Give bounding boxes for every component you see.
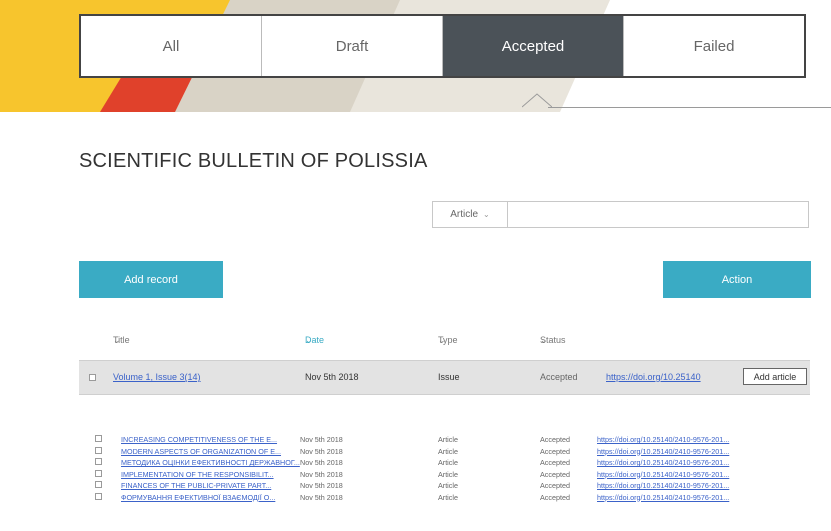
search-input[interactable]: [508, 202, 808, 227]
list-item: IMPLEMENTATION OF THE RESPONSIBILIT... N…: [0, 468, 831, 480]
article-type: Article: [438, 458, 458, 467]
article-status: Accepted: [540, 446, 570, 456]
article-status: Accepted: [540, 481, 570, 490]
tab-failed[interactable]: Failed: [624, 16, 804, 76]
status-tabs: All Draft Accepted Failed: [79, 14, 806, 78]
article-type: Article: [438, 492, 458, 502]
list-item: MODERN ASPECTS OF ORGANIZATION OF E... N…: [0, 445, 831, 457]
add-record-button[interactable]: Add record: [79, 261, 223, 298]
action-button[interactable]: Action: [663, 261, 811, 298]
chevron-down-icon: ⌄: [540, 335, 548, 345]
issue-type: Issue: [438, 372, 460, 382]
row-checkbox[interactable]: [89, 374, 96, 381]
type-select-value: Article: [450, 209, 479, 220]
page-title: SCIENTIFIC BULLETIN OF POLISSIA: [79, 150, 428, 172]
article-status: Accepted: [540, 458, 570, 467]
article-doi-link[interactable]: https://doi.org/10.25140/2410-9576-201..…: [597, 470, 729, 479]
article-doi-link[interactable]: https://doi.org/10.25140/2410-9576-201..…: [597, 435, 729, 444]
issue-date: Nov 5th 2018: [305, 372, 359, 382]
article-title-link[interactable]: MODERN ASPECTS OF ORGANIZATION OF E...: [121, 447, 281, 456]
type-select[interactable]: Article ⌄: [433, 202, 508, 227]
article-doi-link[interactable]: https://doi.org/10.25140/2410-9576-201..…: [597, 481, 729, 490]
article-status: Accepted: [540, 469, 570, 479]
article-doi-link[interactable]: https://doi.org/10.25140/2410-9576-201..…: [597, 447, 729, 456]
issue-row: Volume 1, Issue 3(14) Nov 5th 2018 Issue…: [79, 360, 810, 395]
row-checkbox[interactable]: [95, 492, 102, 500]
row-checkbox[interactable]: [95, 481, 102, 488]
search-bar: Article ⌄: [432, 201, 809, 228]
chevron-down-icon: ⌄: [438, 335, 446, 345]
row-checkbox[interactable]: [95, 458, 102, 465]
issue-doi-link[interactable]: https://doi.org/10.25140: [606, 372, 701, 382]
tab-accepted[interactable]: Accepted: [443, 16, 624, 76]
article-date: Nov 5th 2018: [300, 481, 343, 490]
tab-draft[interactable]: Draft: [262, 16, 443, 76]
article-type: Article: [438, 481, 458, 490]
table-header: Title ⌄ Date ⌄ Type ⌄ Status ⌄: [0, 335, 831, 349]
issue-status: Accepted: [540, 372, 578, 382]
article-date: Nov 5th 2018: [300, 492, 343, 502]
list-item: МЕТОДИКА ОЦІНКИ ЕФЕКТИВНОСТІ ДЕРЖАВНОГ..…: [0, 456, 831, 468]
article-title-link[interactable]: IMPLEMENTATION OF THE RESPONSIBILIT...: [121, 470, 274, 479]
article-title-link[interactable]: ФОРМУВАННЯ ЕФЕКТИВНОЇ ВЗАЄМОДІЇ О...: [121, 493, 275, 502]
divider: [548, 107, 831, 108]
tab-all[interactable]: All: [81, 16, 262, 76]
active-tab-pointer-icon: [522, 93, 552, 108]
chevron-down-icon: ⌄: [305, 335, 313, 345]
article-title-link[interactable]: FINANCES OF THE PUBLIC-PRIVATE PART...: [121, 481, 271, 490]
article-type: Article: [438, 446, 458, 456]
article-list: INCREASING COMPETITIVENESS OF THE E... N…: [0, 433, 831, 502]
article-doi-link[interactable]: https://doi.org/10.25140/2410-9576-201..…: [597, 458, 729, 467]
article-type: Article: [438, 435, 458, 444]
article-date: Nov 5th 2018: [300, 469, 343, 479]
row-checkbox[interactable]: [95, 469, 102, 477]
issue-title-link[interactable]: Volume 1, Issue 3(14): [113, 372, 201, 382]
list-item: FINANCES OF THE PUBLIC-PRIVATE PART... N…: [0, 479, 831, 491]
chevron-down-icon: ⌄: [483, 210, 490, 219]
article-date: Nov 5th 2018: [300, 458, 343, 467]
row-checkbox[interactable]: [95, 435, 102, 442]
article-title-link[interactable]: INCREASING COMPETITIVENESS OF THE E...: [121, 435, 277, 444]
list-item: INCREASING COMPETITIVENESS OF THE E... N…: [0, 433, 831, 445]
article-date: Nov 5th 2018: [300, 435, 343, 444]
chevron-down-icon: ⌄: [113, 335, 121, 345]
article-date: Nov 5th 2018: [300, 446, 343, 456]
list-item: ФОРМУВАННЯ ЕФЕКТИВНОЇ ВЗАЄМОДІЇ О... Nov…: [0, 491, 831, 503]
article-type: Article: [438, 469, 458, 479]
add-article-button[interactable]: Add article: [743, 368, 807, 385]
article-title-link[interactable]: МЕТОДИКА ОЦІНКИ ЕФЕКТИВНОСТІ ДЕРЖАВНОГ..…: [121, 458, 300, 467]
row-checkbox[interactable]: [95, 446, 102, 454]
article-status: Accepted: [540, 435, 570, 444]
article-doi-link[interactable]: https://doi.org/10.25140/2410-9576-201..…: [597, 493, 729, 502]
article-status: Accepted: [540, 492, 570, 502]
